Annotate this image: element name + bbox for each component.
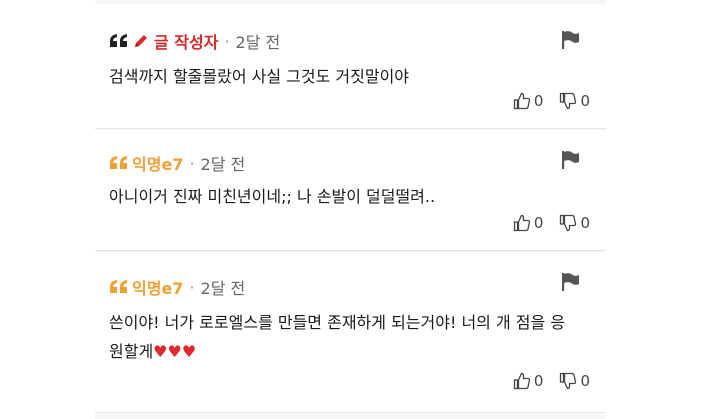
- thumbs-down-icon: [560, 214, 577, 232]
- dislike-button[interactable]: 0: [559, 92, 590, 110]
- meta-separator: ·: [189, 277, 195, 297]
- comment-author[interactable]: 익명e7: [132, 151, 183, 175]
- meta-separator: ·: [224, 31, 230, 51]
- vote-bar: 0 0: [497, 372, 590, 390]
- like-count: 0: [533, 92, 544, 110]
- pencil-icon: [132, 32, 150, 50]
- meta-separator: ·: [189, 153, 195, 173]
- comment-header: 익명e7 · 2달 전: [109, 274, 245, 300]
- comment-time: 2달 전: [235, 33, 281, 52]
- quote-icon: [109, 280, 129, 294]
- comment-item: 익명e7 · 2달 전 쓴이야! 너가 로로엘스를 만들면 존재하게 되는거야!…: [95, 252, 606, 413]
- comment-text-content: 검색까지 할줄몰랐어 사실 그것도 거짓말이야: [109, 67, 410, 86]
- comment-time: 2달 전: [200, 279, 246, 298]
- dislike-button[interactable]: 0: [559, 372, 590, 390]
- comment-time: 2달 전: [200, 155, 246, 174]
- comment-list: 글 작성자 · 2달 전 검색까지 할줄몰랐어 사실 그것도 거짓말이야 0 0: [95, 0, 606, 419]
- vote-bar: 0 0: [497, 214, 590, 232]
- heart-emoji: ♥♥♥: [153, 342, 197, 361]
- dislike-count: 0: [580, 214, 590, 232]
- comment-item: 글 작성자 · 2달 전 검색까지 할줄몰랐어 사실 그것도 거짓말이야 0 0: [95, 4, 606, 129]
- comment-header: 글 작성자 · 2달 전: [109, 28, 280, 54]
- comment-author[interactable]: 익명e7: [132, 275, 183, 299]
- comment-item: 익명e7 · 2달 전 아니이거 진짜 미친년이네;; 나 손발이 덜덜떨려..…: [95, 130, 606, 251]
- like-button[interactable]: 0: [513, 92, 544, 110]
- quote-icon: [109, 156, 129, 170]
- comment-text: 쓴이야! 너가 로로엘스를 만들면 존재하게 되는거야! 너의 개 점을 응원할…: [109, 308, 579, 366]
- quote-icon: [109, 34, 129, 48]
- comment-text: 검색까지 할줄몰랐어 사실 그것도 거짓말이야: [109, 62, 579, 91]
- comment-author[interactable]: 글 작성자: [154, 29, 218, 53]
- comment-header: 익명e7 · 2달 전: [109, 150, 245, 176]
- like-button[interactable]: 0: [513, 214, 544, 232]
- flag-icon[interactable]: [560, 30, 580, 50]
- comment-text-content: 아니이거 진짜 미친년이네;; 나 손발이 덜덜떨려..: [109, 187, 436, 206]
- thumbs-down-icon: [560, 372, 577, 390]
- dislike-count: 0: [580, 372, 590, 390]
- dislike-button[interactable]: 0: [559, 214, 590, 232]
- like-count: 0: [533, 372, 544, 390]
- vote-bar: 0 0: [497, 92, 590, 110]
- flag-icon[interactable]: [560, 272, 580, 292]
- like-count: 0: [533, 214, 544, 232]
- thumbs-up-icon: [513, 92, 531, 110]
- thumbs-down-icon: [560, 92, 577, 110]
- flag-icon[interactable]: [560, 150, 580, 170]
- thumbs-up-icon: [513, 372, 531, 390]
- thumbs-up-icon: [513, 214, 531, 232]
- comment-text: 아니이거 진짜 미친년이네;; 나 손발이 덜덜떨려..: [109, 182, 579, 211]
- like-button[interactable]: 0: [513, 372, 544, 390]
- dislike-count: 0: [580, 92, 590, 110]
